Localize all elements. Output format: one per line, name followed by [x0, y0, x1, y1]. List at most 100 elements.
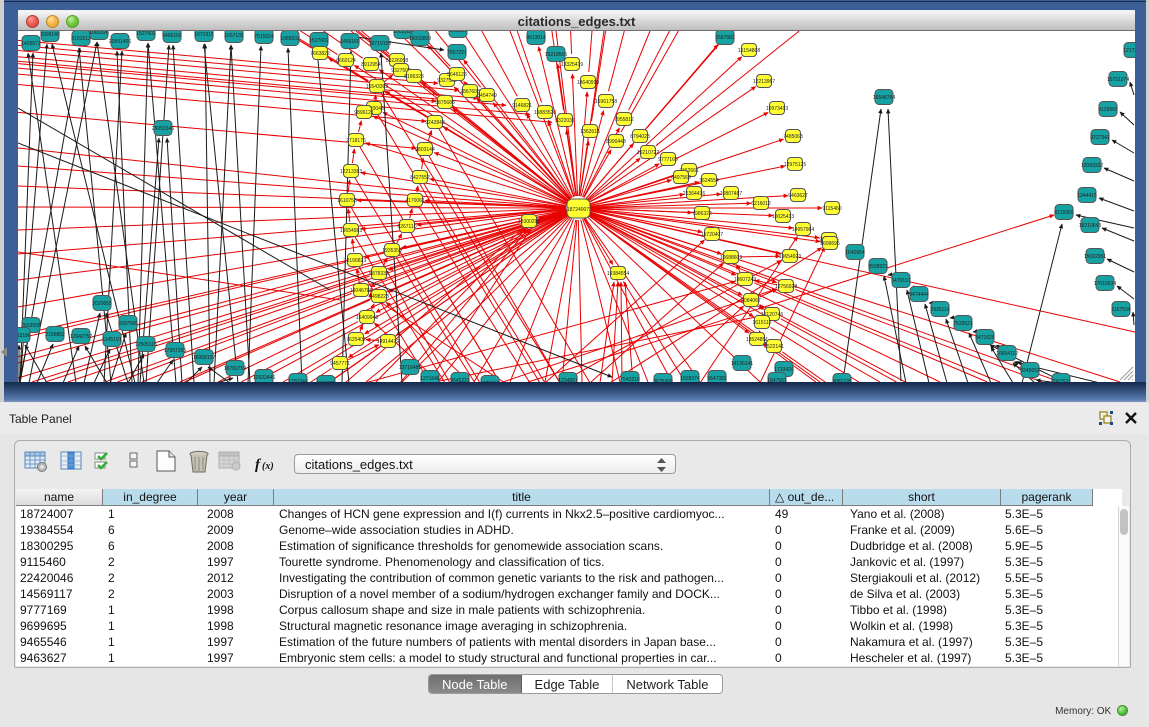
- svg-text:2020655: 2020655: [92, 301, 112, 307]
- svg-text:19654983: 19654983: [340, 228, 362, 234]
- svg-text:14136141: 14136141: [731, 361, 753, 367]
- svg-text:19218506: 19218506: [545, 52, 567, 58]
- svg-text:1527602: 1527602: [309, 38, 329, 44]
- svg-text:16210722: 16210722: [637, 150, 659, 156]
- svg-text:16409948: 16409948: [356, 315, 378, 321]
- svg-text:8186323: 8186323: [404, 74, 424, 80]
- svg-text:8454749: 8454749: [477, 93, 497, 99]
- svg-text:16543362: 16543362: [366, 84, 388, 90]
- svg-text:1935359: 1935359: [382, 248, 402, 254]
- svg-text:9699695: 9699695: [820, 241, 840, 247]
- svg-text:16958157: 16958157: [193, 355, 215, 361]
- svg-text:13716485: 13716485: [399, 365, 421, 371]
- svg-text:1657135: 1657135: [224, 33, 244, 39]
- svg-text:9084067: 9084067: [741, 298, 761, 304]
- svg-text:6466160: 6466160: [340, 39, 360, 45]
- svg-text:9397585: 9397585: [118, 321, 138, 327]
- svg-text:16154808: 16154808: [738, 48, 760, 54]
- svg-text:9242843: 9242843: [425, 120, 445, 126]
- svg-text:18724007: 18724007: [567, 207, 589, 213]
- svg-text:2522141: 2522141: [764, 344, 784, 350]
- svg-text:9457771: 9457771: [330, 361, 350, 367]
- svg-text:15751074: 15751074: [1107, 77, 1129, 83]
- svg-text:9896121: 9896121: [354, 110, 374, 116]
- svg-text:12975125: 12975125: [784, 162, 806, 168]
- svg-text:2718176: 2718176: [346, 138, 366, 144]
- svg-text:12213967: 12213967: [753, 79, 775, 85]
- svg-text:6794023: 6794023: [630, 134, 650, 140]
- svg-text:7663822: 7663822: [310, 51, 330, 57]
- svg-text:16782759: 16782759: [224, 366, 246, 372]
- svg-text:8660124: 8660124: [336, 58, 356, 64]
- svg-text:15720407: 15720407: [701, 232, 723, 238]
- svg-text:12923446: 12923446: [253, 375, 275, 381]
- svg-text:16033809: 16033809: [409, 36, 431, 42]
- svg-text:10654112: 10654112: [996, 351, 1018, 357]
- svg-text:1640954: 1640954: [845, 250, 865, 256]
- svg-text:1362615: 1362615: [580, 129, 600, 135]
- svg-text:14914479: 14914479: [377, 339, 399, 345]
- svg-text:(x): (x): [262, 461, 274, 472]
- svg-text:8427552: 8427552: [410, 175, 430, 181]
- svg-text:8215955: 8215955: [1054, 210, 1074, 216]
- svg-text:12213363: 12213363: [340, 169, 362, 175]
- svg-text:2687682: 2687682: [715, 35, 735, 41]
- svg-text:8471626: 8471626: [975, 335, 995, 341]
- svg-text:9463627: 9463627: [788, 193, 808, 199]
- svg-text:8613014: 8613014: [526, 35, 546, 41]
- svg-text:10973493: 10973493: [766, 106, 788, 112]
- svg-text:19654923: 19654923: [779, 254, 801, 260]
- svg-text:9474444: 9474444: [909, 292, 929, 298]
- svg-text:21364436: 21364436: [683, 191, 705, 197]
- svg-text:6479197: 6479197: [891, 278, 911, 284]
- svg-text:3624554: 3624554: [699, 178, 719, 184]
- svg-text:18640910: 18640910: [577, 80, 599, 86]
- svg-text:19384554: 19384554: [607, 271, 629, 277]
- svg-text:18300295: 18300295: [518, 219, 540, 225]
- svg-text:1615112: 1615112: [752, 320, 771, 326]
- svg-text:9777169: 9777169: [658, 157, 678, 163]
- svg-text:5878333: 5878333: [369, 271, 389, 277]
- svg-text:13325419: 13325419: [561, 62, 583, 68]
- svg-text:12093322: 12093322: [1081, 163, 1103, 169]
- svg-text:7625402: 7625402: [346, 337, 366, 343]
- svg-text:5322037: 5322037: [555, 118, 575, 124]
- svg-text:10807487: 10807487: [720, 191, 742, 197]
- svg-text:10025433: 10025433: [772, 214, 794, 220]
- svg-text:7485063: 7485063: [783, 134, 803, 140]
- svg-text:8267110: 8267110: [397, 224, 416, 230]
- svg-text:14957984: 14957984: [792, 227, 814, 233]
- svg-text:1167534: 1167534: [1111, 307, 1130, 313]
- svg-text:6466160: 6466160: [162, 33, 182, 39]
- svg-text:15883520: 15883520: [534, 110, 556, 116]
- svg-text:10719155: 10719155: [369, 41, 391, 47]
- svg-text:9498223: 9498223: [369, 294, 389, 300]
- svg-text:1603380: 1603380: [393, 31, 413, 35]
- svg-text:f: f: [255, 457, 262, 473]
- svg-text:8191513: 8191513: [71, 36, 91, 42]
- svg-text:5875685: 5875685: [435, 100, 455, 106]
- svg-text:25053346: 25053346: [152, 126, 174, 132]
- svg-text:2803144: 2803144: [415, 147, 435, 153]
- svg-text:7632621: 7632621: [953, 321, 973, 327]
- svg-text:9146821: 9146821: [512, 103, 532, 109]
- svg-text:1217305: 1217305: [1123, 48, 1135, 54]
- svg-text:9115460: 9115460: [822, 206, 841, 212]
- svg-text:8990443: 8990443: [606, 139, 626, 145]
- svg-text:1065532: 1065532: [280, 36, 300, 42]
- svg-text:10688609: 10688609: [720, 255, 742, 261]
- svg-text:1903380: 1903380: [448, 31, 468, 34]
- svg-text:16210643: 16210643: [1079, 223, 1101, 229]
- svg-text:5646123: 5646123: [447, 72, 467, 78]
- svg-text:19166823: 19166823: [344, 258, 366, 264]
- svg-text:12942757: 12942757: [70, 334, 92, 340]
- svg-text:1244415: 1244415: [1077, 193, 1097, 199]
- svg-text:2935114: 2935114: [930, 307, 949, 313]
- svg-text:2156882: 2156882: [45, 332, 65, 338]
- svg-text:8938923: 8938923: [868, 264, 888, 270]
- svg-text:7515524: 7515524: [254, 34, 274, 40]
- svg-text:1405572: 1405572: [21, 41, 41, 47]
- svg-text:1527602: 1527602: [136, 31, 156, 37]
- svg-text:6497568: 6497568: [671, 175, 691, 181]
- svg-text:7955812: 7955812: [614, 117, 634, 123]
